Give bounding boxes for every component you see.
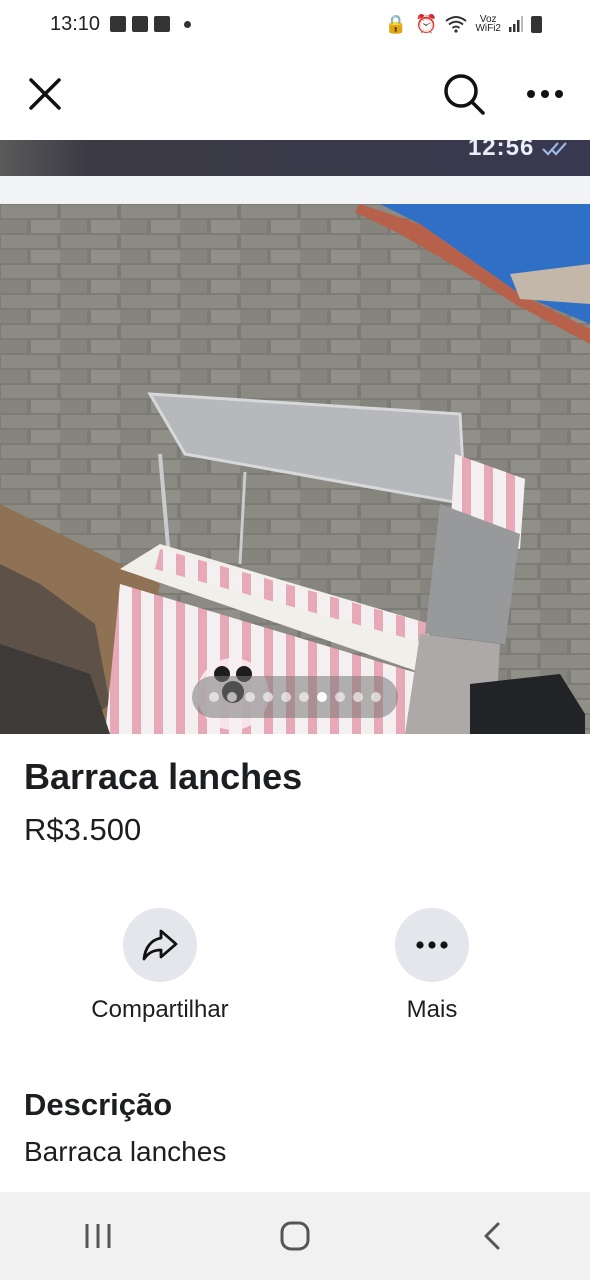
description-heading: Descrição bbox=[24, 1087, 173, 1122]
strip-spacer bbox=[0, 176, 590, 204]
search-button[interactable] bbox=[442, 72, 486, 116]
wifi-icon bbox=[445, 16, 468, 33]
carousel-dot[interactable] bbox=[317, 692, 327, 702]
status-time: 13:10 bbox=[50, 12, 101, 35]
carousel-dot[interactable] bbox=[371, 692, 381, 702]
facebook-icon bbox=[154, 16, 171, 32]
carousel-dot[interactable] bbox=[281, 692, 291, 702]
description-text: Barraca lanches bbox=[24, 1136, 227, 1167]
network-label-bottom: WiFi2 bbox=[475, 23, 501, 34]
more-horizontal-icon bbox=[527, 90, 563, 98]
status-left: 13:10 bbox=[50, 12, 192, 36]
more-options-button[interactable] bbox=[526, 89, 564, 99]
signal-icon bbox=[509, 16, 523, 32]
close-button[interactable] bbox=[26, 75, 64, 113]
recent-apps-icon bbox=[85, 1224, 111, 1248]
notification-icons bbox=[110, 16, 192, 32]
search-icon bbox=[444, 74, 485, 115]
back-button[interactable] bbox=[452, 1206, 532, 1266]
battery-icon bbox=[531, 15, 542, 33]
carousel-dot[interactable] bbox=[227, 692, 237, 702]
share-button[interactable]: Compartilhar bbox=[70, 908, 250, 1024]
carousel-dot[interactable] bbox=[263, 692, 273, 702]
listing-photo-image bbox=[0, 204, 590, 734]
carousel-dot[interactable] bbox=[245, 692, 255, 702]
dot-icon bbox=[184, 20, 192, 28]
facebook-icon bbox=[132, 16, 149, 32]
carousel-dot[interactable] bbox=[353, 692, 363, 702]
status-bar: 13:10 🔒 ⏰ Voz WiFi2 bbox=[0, 0, 590, 48]
previous-image-strip: 12:56 bbox=[0, 140, 590, 176]
share-icon bbox=[142, 929, 178, 961]
double-check-icon bbox=[542, 141, 567, 156]
share-label: Compartilhar bbox=[91, 996, 229, 1023]
more-circle bbox=[395, 908, 469, 982]
gallery-icon bbox=[110, 16, 127, 32]
carousel-indicator bbox=[192, 676, 398, 718]
status-right: 🔒 ⏰ Voz WiFi2 bbox=[385, 14, 542, 35]
carousel-dot[interactable] bbox=[335, 692, 345, 702]
carousel-dot[interactable] bbox=[299, 692, 309, 702]
recent-apps-button[interactable] bbox=[58, 1206, 138, 1266]
alarm-icon: ⏰ bbox=[415, 13, 438, 34]
lock-icon: 🔒 bbox=[384, 13, 408, 34]
listing-price: R$3.500 bbox=[24, 812, 142, 847]
toolbar-right-actions bbox=[442, 72, 564, 116]
share-circle bbox=[123, 908, 197, 982]
listing-title: Barraca lanches bbox=[24, 756, 303, 797]
network-label: Voz WiFi2 bbox=[475, 15, 501, 34]
close-icon bbox=[29, 78, 61, 110]
strip-time-text: 12:56 bbox=[467, 140, 535, 161]
system-nav-bar bbox=[0, 1192, 590, 1280]
home-button[interactable] bbox=[255, 1206, 335, 1266]
listing-photo[interactable] bbox=[0, 204, 590, 734]
top-toolbar bbox=[0, 48, 590, 140]
back-icon bbox=[484, 1222, 500, 1250]
more-label: Mais bbox=[406, 996, 458, 1023]
strip-timestamp: 12:56 bbox=[468, 140, 568, 162]
home-icon bbox=[280, 1221, 310, 1251]
more-actions-button[interactable]: Mais bbox=[342, 908, 522, 1024]
more-horizontal-icon bbox=[416, 941, 448, 949]
carousel-dot[interactable] bbox=[209, 692, 219, 702]
